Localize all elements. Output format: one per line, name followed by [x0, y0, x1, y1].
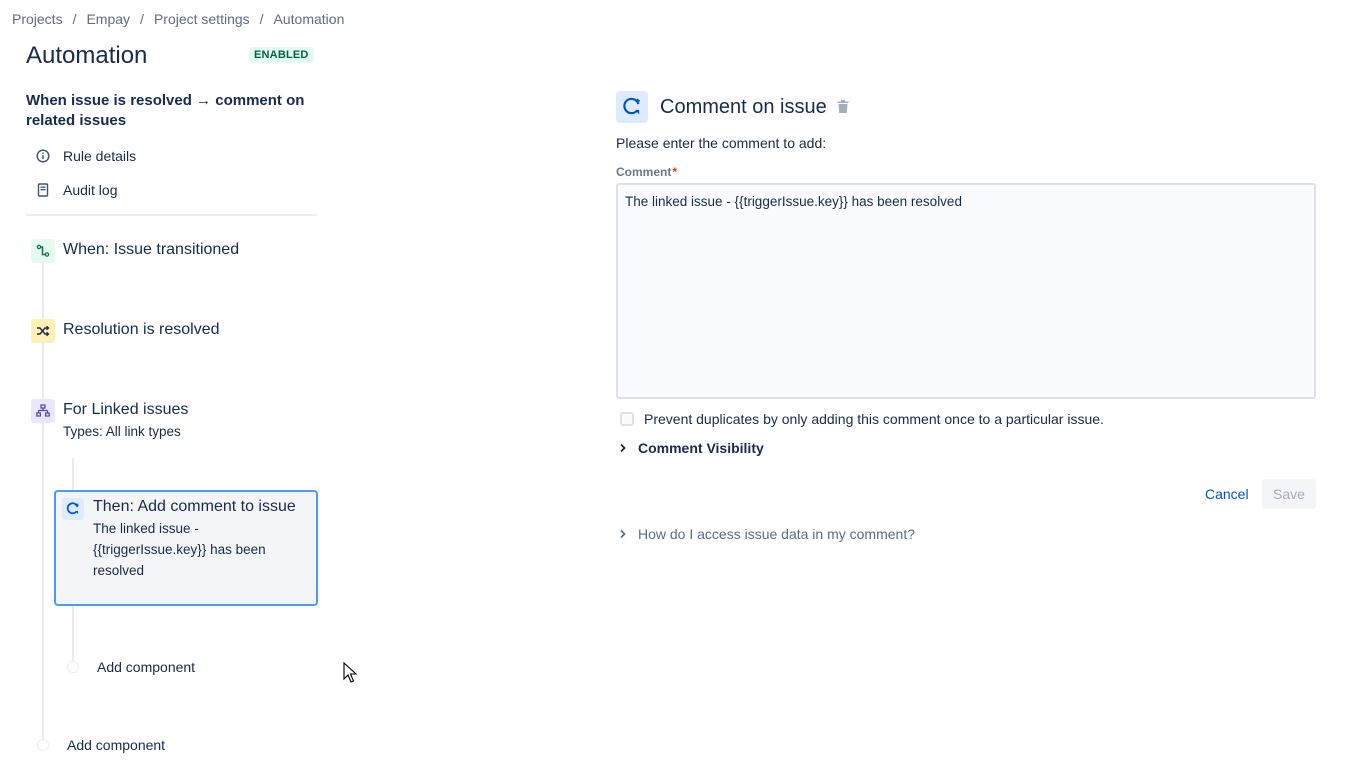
branch-icon [31, 399, 55, 423]
breadcrumb-automation[interactable]: Automation [274, 11, 345, 27]
comment-field-label: Comment* [616, 165, 677, 179]
condition-shuffle-icon [31, 319, 55, 343]
breadcrumb-separator: / [259, 11, 264, 27]
action-subtitle: The linked issue - {{triggerIssue.key}} … [93, 521, 266, 578]
add-component-rule[interactable]: Add component [37, 737, 165, 753]
transition-icon [31, 239, 55, 263]
prevent-duplicates-checkbox[interactable] [620, 412, 634, 426]
branch-title: For Linked issues [63, 401, 189, 418]
status-badge: ENABLED [249, 47, 314, 63]
cancel-button[interactable]: Cancel [1198, 479, 1256, 509]
chevron-right-icon [619, 443, 629, 453]
condition-title: Resolution is resolved [63, 321, 220, 338]
comment-visibility-label: Comment Visibility [638, 440, 764, 456]
prevent-duplicates-option[interactable]: Prevent duplicates by only adding this c… [620, 411, 1104, 427]
breadcrumb-project-settings[interactable]: Project settings [154, 11, 250, 27]
comment-icon [616, 91, 648, 123]
add-component-label: Add component [97, 659, 196, 675]
issue-data-help-label: How do I access issue data in my comment… [638, 526, 916, 542]
chevron-right-icon [619, 529, 629, 539]
info-icon [36, 149, 50, 163]
branch-subtitle: Types: All link types [63, 424, 181, 439]
flow-step-trigger[interactable]: When: Issue transitioned [31, 239, 239, 263]
add-component-branch[interactable]: Add component [67, 659, 195, 675]
page-title: Automation [26, 42, 148, 69]
breadcrumb: Projects / Empay / Project settings / Au… [12, 11, 344, 27]
comment-icon [62, 498, 84, 520]
panel-description: Please enter the comment to add: [616, 135, 827, 151]
flow-step-condition[interactable]: Resolution is resolved [31, 319, 220, 343]
add-component-dot-icon [67, 661, 79, 673]
rule-name: When issue is resolved → comment on rela… [26, 92, 305, 129]
comment-visibility-expander[interactable]: Comment Visibility [619, 440, 764, 456]
breadcrumb-separator: / [72, 11, 77, 27]
rule-details-link[interactable]: Rule details [36, 148, 136, 164]
trigger-title: When: Issue transitioned [63, 241, 240, 258]
breadcrumb-separator: / [140, 11, 144, 27]
breadcrumb-projects[interactable]: Projects [12, 11, 63, 27]
rule-details-label: Rule details [63, 148, 137, 164]
comment-textarea[interactable]: The linked issue - {{triggerIssue.key}} … [616, 183, 1316, 399]
add-component-dot-icon [37, 739, 49, 751]
required-marker: * [672, 165, 678, 179]
prevent-duplicates-label: Prevent duplicates by only adding this c… [644, 411, 1104, 427]
delete-trash-icon[interactable] [837, 100, 849, 119]
flow-step-action-selected[interactable]: Then: Add comment to issue The linked is… [54, 490, 318, 606]
action-title: Then: Add comment to issue [93, 498, 296, 515]
mouse-cursor-icon [343, 662, 357, 683]
audit-log-icon [36, 183, 50, 197]
add-component-label: Add component [67, 737, 166, 753]
audit-log-label: Audit log [63, 182, 118, 198]
audit-log-link[interactable]: Audit log [36, 182, 117, 198]
sidebar-divider [26, 214, 317, 216]
issue-data-help-expander[interactable]: How do I access issue data in my comment… [619, 526, 915, 542]
breadcrumb-empay[interactable]: Empay [86, 11, 130, 27]
comment-label-text: Comment [616, 165, 672, 179]
flow-step-branch[interactable]: For Linked issues Types: All link types [31, 399, 188, 442]
save-button[interactable]: Save [1262, 479, 1316, 509]
panel-title: Comment on issue [660, 96, 827, 118]
